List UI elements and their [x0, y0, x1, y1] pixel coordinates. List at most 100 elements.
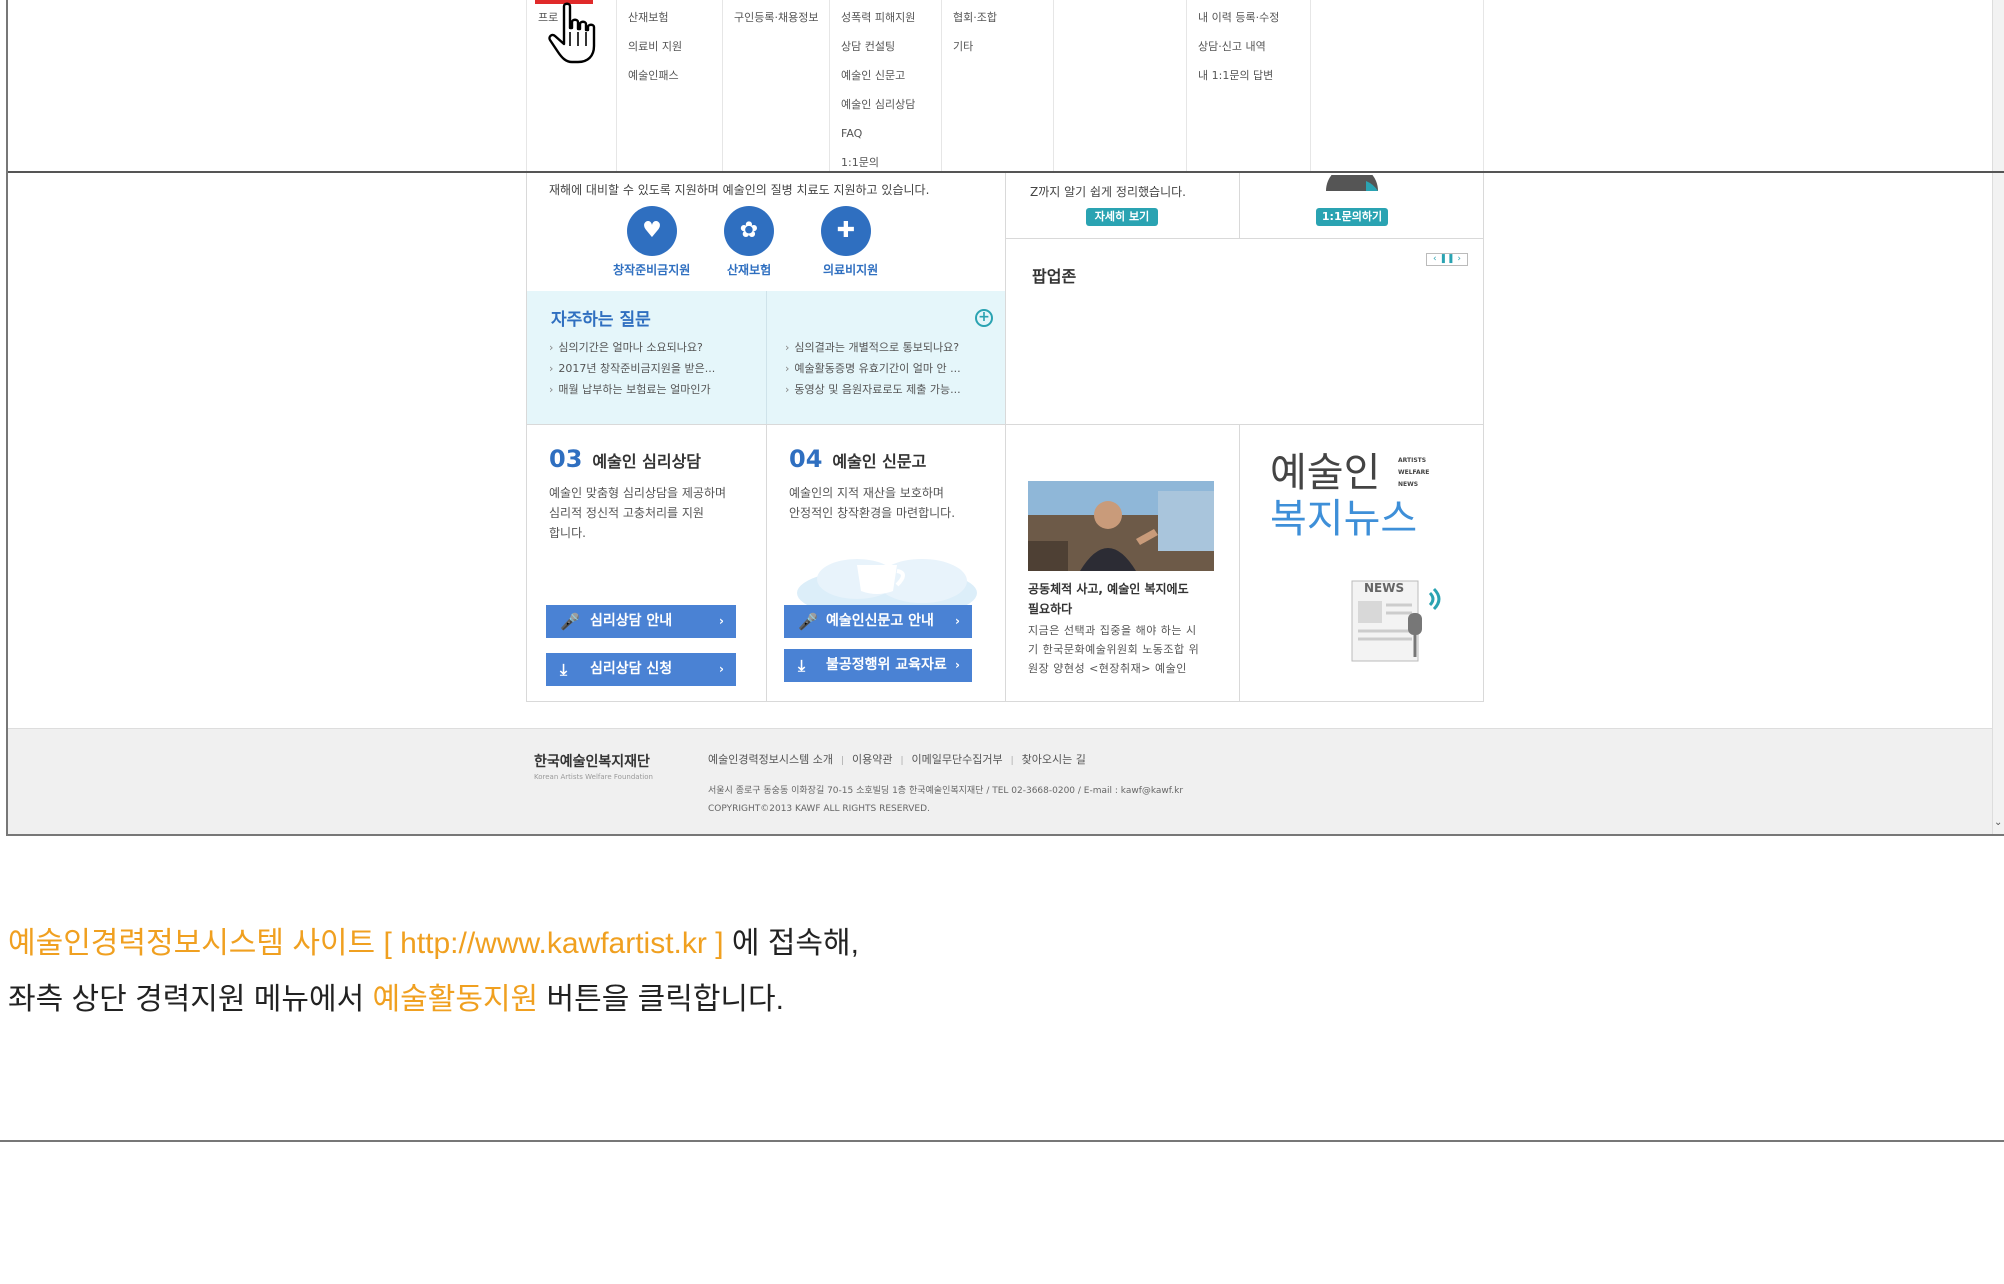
headline-line: 공동체적 사고, 예술인 복지에도: [1028, 582, 1189, 596]
menu-column-8: [1310, 0, 1484, 172]
footer-link[interactable]: 찾아오시는 길: [1022, 753, 1086, 766]
heart-icon[interactable]: ♥: [627, 206, 677, 256]
menu-item[interactable]: 기타: [953, 37, 1053, 66]
footer-link[interactable]: 이메일무단수집거부: [912, 753, 1003, 766]
desc-line: 예술인의 지적 재산을 보호하며: [789, 486, 944, 500]
service-number: 04: [789, 445, 823, 473]
menu-item[interactable]: 상담 컨설팅: [841, 37, 941, 66]
brand-line-1: 예술인: [1270, 450, 1381, 496]
faq-item[interactable]: 예술활동증명 유효기간이 얼마 안 ...: [785, 358, 960, 379]
menu-item[interactable]: 예술인 심리상담: [841, 95, 941, 124]
menu-column-3: 구인등록·채용정보: [722, 0, 829, 172]
scroll-down-icon[interactable]: ⌄: [1994, 817, 2002, 828]
news-article[interactable]: 공동체적 사고, 예술인 복지에도 필요하다 지금은 선택과 집중을 해야 하는…: [1005, 425, 1239, 701]
headline-line: 필요하다: [1028, 602, 1073, 616]
download-icon: ⤓: [560, 660, 568, 679]
news-headline[interactable]: 공동체적 사고, 예술인 복지에도 필요하다: [1028, 579, 1189, 619]
service-petition: 04 예술인 신문고 예술인의 지적 재산을 보호하며 안정적인 창작환경을 마…: [766, 425, 1005, 701]
menu-bottom-border: [8, 171, 2004, 173]
support-desc: 재해에 대비할 수 있도록 지원하며 예술인의 질병 치료도 지원하고 있습니다…: [549, 183, 930, 197]
desc-line: 심리적 정신적 고충처리를 지원: [549, 506, 704, 520]
faq-list-right: 심의결과는 개별적으로 통보되나요? 예술활동증명 유효기간이 얼마 안 ...…: [785, 337, 961, 400]
faq-item[interactable]: 매월 납부하는 보험료는 얼마인가: [549, 379, 715, 400]
desc-line: 예술인 맞춤형 심리상담을 제공하며: [549, 486, 727, 500]
service-desc: 예술인의 지적 재산을 보호하며 안정적인 창작환경을 마련합니다.: [789, 483, 955, 523]
menu-item[interactable]: 예술인패스: [628, 66, 722, 95]
chevron-right-icon: ›: [719, 662, 724, 676]
menu-item[interactable]: 성폭력 피해지원: [841, 8, 941, 37]
download-icon: ⤓: [798, 656, 806, 675]
caption-text: 버튼을 클릭합니다.: [538, 983, 784, 1016]
tag: ARTISTS: [1398, 457, 1427, 464]
menu-item[interactable]: 상담·신고 내역: [1198, 37, 1310, 66]
newspaper-icon: NEWS: [1350, 577, 1442, 667]
footer-link-separator: |: [840, 756, 844, 766]
caption-text: 좌측 상단 경력지원 메뉴에서: [8, 983, 373, 1016]
button-label: 예술인신문고 안내: [826, 613, 934, 629]
service-heading: 03 예술인 심리상담: [549, 445, 701, 473]
main-content: 재해에 대비할 수 있도록 지원하며 예술인의 질병 치료도 지원하고 있습니다…: [526, 160, 1484, 702]
service-heading: 04 예술인 신문고: [789, 445, 926, 473]
popup-zone: 팝업존 ‹ ❚❚ ›: [1005, 239, 1483, 424]
browser-viewport: 프로 산재보험 의료비 지원 예술인패스 구인등록·채용정보 성폭력 피해지원 …: [6, 0, 2004, 836]
faq-item[interactable]: 심의기간은 얼마나 소요되나요?: [549, 337, 715, 358]
service-number: 03: [549, 445, 583, 473]
petition-guide-button[interactable]: 🎤 예술인신문고 안내 ›: [784, 605, 972, 638]
leaf-icon[interactable]: ✿: [724, 206, 774, 256]
footer-link[interactable]: 예술인경력정보시스템 소개: [708, 753, 833, 766]
service-psych: 03 예술인 심리상담 예술인 맞춤형 심리상담을 제공하며 심리적 정신적 고…: [527, 425, 766, 701]
button-label: 심리상담 신청: [590, 661, 673, 677]
menu-item[interactable]: 구인등록·채용정보: [734, 8, 829, 37]
faq-item[interactable]: 2017년 창작준비금지원을 받은...: [549, 358, 715, 379]
menu-item[interactable]: 내 1:1문의 답변: [1198, 66, 1310, 95]
hand-cursor-icon: [548, 2, 596, 64]
popup-title: 팝업존: [1032, 267, 1077, 286]
faq-item[interactable]: 심의결과는 개별적으로 통보되나요?: [785, 337, 961, 358]
caption-text: 에 접속해,: [723, 927, 859, 960]
plus-more-icon[interactable]: +: [975, 309, 993, 327]
menu-item[interactable]: 협회·조합: [953, 8, 1053, 37]
support-item-label[interactable]: 의료비지원: [823, 261, 878, 278]
caption-line-2: 좌측 상단 경력지원 메뉴에서 예술활동지원 버튼을 클릭합니다.: [8, 974, 784, 1018]
guide-detail-button[interactable]: 자세히 보기: [1086, 208, 1158, 226]
footer-logo-en: Korean Artists Welfare Foundation: [534, 773, 653, 781]
support-item-label[interactable]: 산재보험: [727, 261, 771, 278]
footer-link[interactable]: 이용약관: [852, 753, 892, 766]
menu-item[interactable]: FAQ: [841, 124, 941, 153]
welfare-news-panel[interactable]: 예술인 ARTISTS WELFARE NEWS 복지뉴스 NEWS: [1239, 425, 1483, 701]
chevron-right-icon: ›: [719, 614, 724, 628]
tag: NEWS: [1398, 481, 1419, 488]
vertical-scrollbar[interactable]: ⌄: [1992, 0, 2004, 834]
support-item-label[interactable]: 창작준비금지원: [613, 261, 690, 278]
footer-address: 서울시 종로구 동숭동 이화장길 70-15 소호빌딩 1층 한국예술인복지재단…: [708, 782, 1183, 818]
news-photo: [1028, 481, 1214, 571]
service-desc: 예술인 맞춤형 심리상담을 제공하며 심리적 정신적 고충처리를 지원 합니다.: [549, 483, 726, 543]
menu-item[interactable]: 의료비 지원: [628, 37, 722, 66]
psych-guide-button[interactable]: 🎤 심리상담 안내 ›: [546, 605, 736, 638]
menu-item[interactable]: 내 이력 등록·수정: [1198, 8, 1310, 37]
brand-tags: ARTISTS WELFARE NEWS: [1398, 455, 1429, 491]
microphone-icon: 🎤: [798, 612, 818, 631]
faq-item[interactable]: 동영상 및 음원자료로도 제출 가능...: [785, 379, 960, 400]
popup-controls[interactable]: ‹ ❚❚ ›: [1426, 253, 1468, 266]
service-title: 예술인 심리상담: [592, 452, 702, 471]
summary-line: 지금은 선택과 집중을 해야 하는 시: [1028, 624, 1197, 637]
menu-item[interactable]: 산재보험: [628, 8, 722, 37]
faq-title: 자주하는 질문: [551, 310, 651, 330]
menu-item[interactable]: 1:1문의: [841, 153, 941, 182]
inquiry-button[interactable]: 1:1문의하기: [1316, 208, 1388, 226]
address-line: 서울시 종로구 동숭동 이화장길 70-15 소호빌딩 1층 한국예술인복지재단…: [708, 786, 1184, 796]
menu-column-4: 성폭력 피해지원 상담 컨설팅 예술인 신문고 예술인 심리상담 FAQ 1:1…: [829, 0, 941, 172]
caption-highlight: 예술인경력정보시스템 사이트 [ http://www.kawfartist.k…: [8, 927, 724, 960]
microphone-icon: 🎤: [560, 612, 580, 631]
caption-line-1: 예술인경력정보시스템 사이트 [ http://www.kawfartist.k…: [8, 918, 859, 962]
section-divider: [0, 1140, 2004, 1142]
medicine-icon[interactable]: ✚: [821, 206, 871, 256]
unfair-practice-materials-button[interactable]: ⤓ 불공정행위 교육자료 ›: [784, 649, 972, 682]
footer-logo[interactable]: 한국예술인복지재단: [534, 751, 650, 771]
brand-line-2: 복지뉴스: [1270, 496, 1418, 542]
psych-apply-button[interactable]: ⤓ 심리상담 신청 ›: [546, 653, 736, 686]
menu-item[interactable]: 예술인 신문고: [841, 66, 941, 95]
coffee-cloud-illustration: [797, 546, 977, 615]
menu-column-2: 산재보험 의료비 지원 예술인패스: [616, 0, 722, 172]
